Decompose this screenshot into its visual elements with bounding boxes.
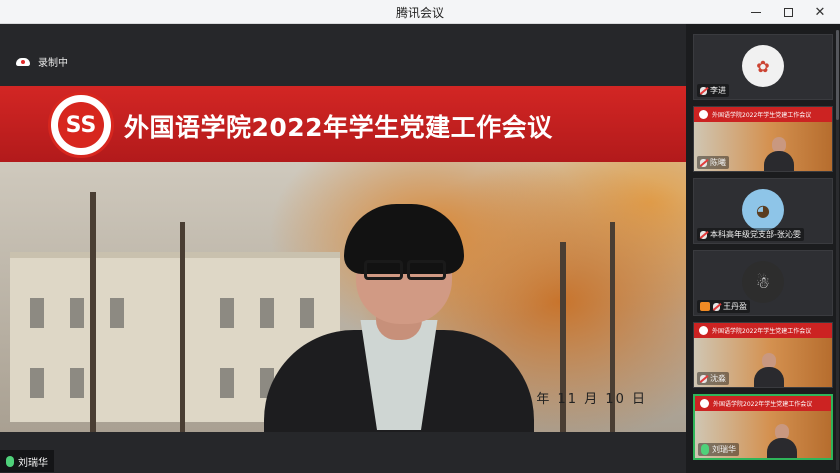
participant-name-tag: 王丹盈 <box>697 300 750 313</box>
participant-name-tag: 本科高年级党支部-张沁雯 <box>697 228 804 241</box>
participant-tile[interactable]: 外国语学院2022年学生党建工作会议 陈曦 <box>693 106 833 172</box>
mic-active-icon <box>701 444 709 455</box>
tile-slide-banner: 外国语学院2022年学生党建工作会议 <box>694 107 832 122</box>
title-bar: 腾讯会议 ✕ <box>0 0 840 24</box>
participant-name: 刘瑞华 <box>712 445 736 454</box>
participant-name-tag: 陈曦 <box>697 156 729 169</box>
participant-name-tag: 刘瑞华 <box>698 443 739 456</box>
maximize-button[interactable] <box>774 0 802 24</box>
mic-muted-icon <box>713 302 720 311</box>
participant-video <box>754 353 784 387</box>
speaker-video <box>264 200 534 432</box>
participant-tile[interactable]: ◕ 本科高年级党支部-张沁雯 <box>693 178 833 244</box>
participant-gallery[interactable]: ✿ 李进 外国语学院2022年学生党建工作会议 陈曦 ◕ 本科高年级党支部-张沁… <box>686 24 840 473</box>
minimize-icon <box>751 11 761 13</box>
participant-name: 本科高年级党支部-张沁雯 <box>710 230 801 239</box>
participant-name: 陈曦 <box>710 158 726 167</box>
meeting-window: 腾讯会议 ✕ 录制中 SS 外国语学院2022年学生党建工作会议 2 年 11 … <box>0 0 840 473</box>
recording-indicator[interactable]: 录制中 <box>16 54 68 69</box>
mic-muted-icon <box>700 158 707 167</box>
speaker-glasses <box>364 260 446 280</box>
participant-tile[interactable]: 外国语学院2022年学生党建工作会议 沈淼 <box>693 322 833 388</box>
maximize-icon <box>783 7 793 17</box>
participant-avatar: ✿ <box>742 45 784 87</box>
participant-video <box>764 137 794 171</box>
participant-name-tag: 沈淼 <box>697 372 729 385</box>
active-speaker-name: 刘瑞华 <box>18 457 48 469</box>
main-video-stage[interactable]: 录制中 SS 外国语学院2022年学生党建工作会议 2 年 11 月 10 日 … <box>0 24 686 473</box>
tree-trunk <box>180 222 185 432</box>
participant-name: 沈淼 <box>710 374 726 383</box>
participant-name: 王丹盈 <box>723 302 747 311</box>
school-logo: SS <box>48 92 114 158</box>
tile-slide-banner: 外国语学院2022年学生党建工作会议 <box>695 396 831 411</box>
participant-avatar: ◕ <box>742 189 784 231</box>
gallery-scrollbar[interactable] <box>836 30 839 470</box>
window-title: 腾讯会议 <box>395 6 444 20</box>
participant-tile[interactable]: ✿ 李进 <box>693 34 833 100</box>
participant-name: 李进 <box>710 86 726 95</box>
mic-active-icon <box>6 455 14 467</box>
participant-avatar: ☃ <box>742 261 784 303</box>
close-button[interactable]: ✕ <box>806 0 834 24</box>
mic-muted-icon <box>700 230 707 239</box>
school-logo-mark: SS <box>58 102 104 148</box>
tree-trunk <box>90 192 96 432</box>
mic-muted-icon <box>700 86 707 95</box>
participant-name-tag: 李进 <box>697 84 729 97</box>
recording-label: 录制中 <box>38 58 68 69</box>
host-badge-icon <box>700 302 710 311</box>
tile-slide-banner: 外国语学院2022年学生党建工作会议 <box>694 323 832 338</box>
active-speaker-label: 刘瑞华 <box>0 450 54 472</box>
minimize-button[interactable] <box>742 0 770 24</box>
participant-tile[interactable]: ☃ 王丹盈 <box>693 250 833 316</box>
slide-banner: SS 外国语学院2022年学生党建工作会议 <box>0 86 686 162</box>
slide-banner-title: 外国语学院2022年学生党建工作会议 <box>124 113 553 142</box>
cloud-record-icon <box>16 57 30 66</box>
mic-muted-icon <box>700 374 707 383</box>
participant-tile-active[interactable]: 外国语学院2022年学生党建工作会议 刘瑞华 <box>693 394 833 460</box>
gallery-scrollbar-thumb[interactable] <box>836 30 839 120</box>
participant-video <box>767 424 797 458</box>
slide-date: 2 年 11 月 10 日 <box>520 392 648 407</box>
